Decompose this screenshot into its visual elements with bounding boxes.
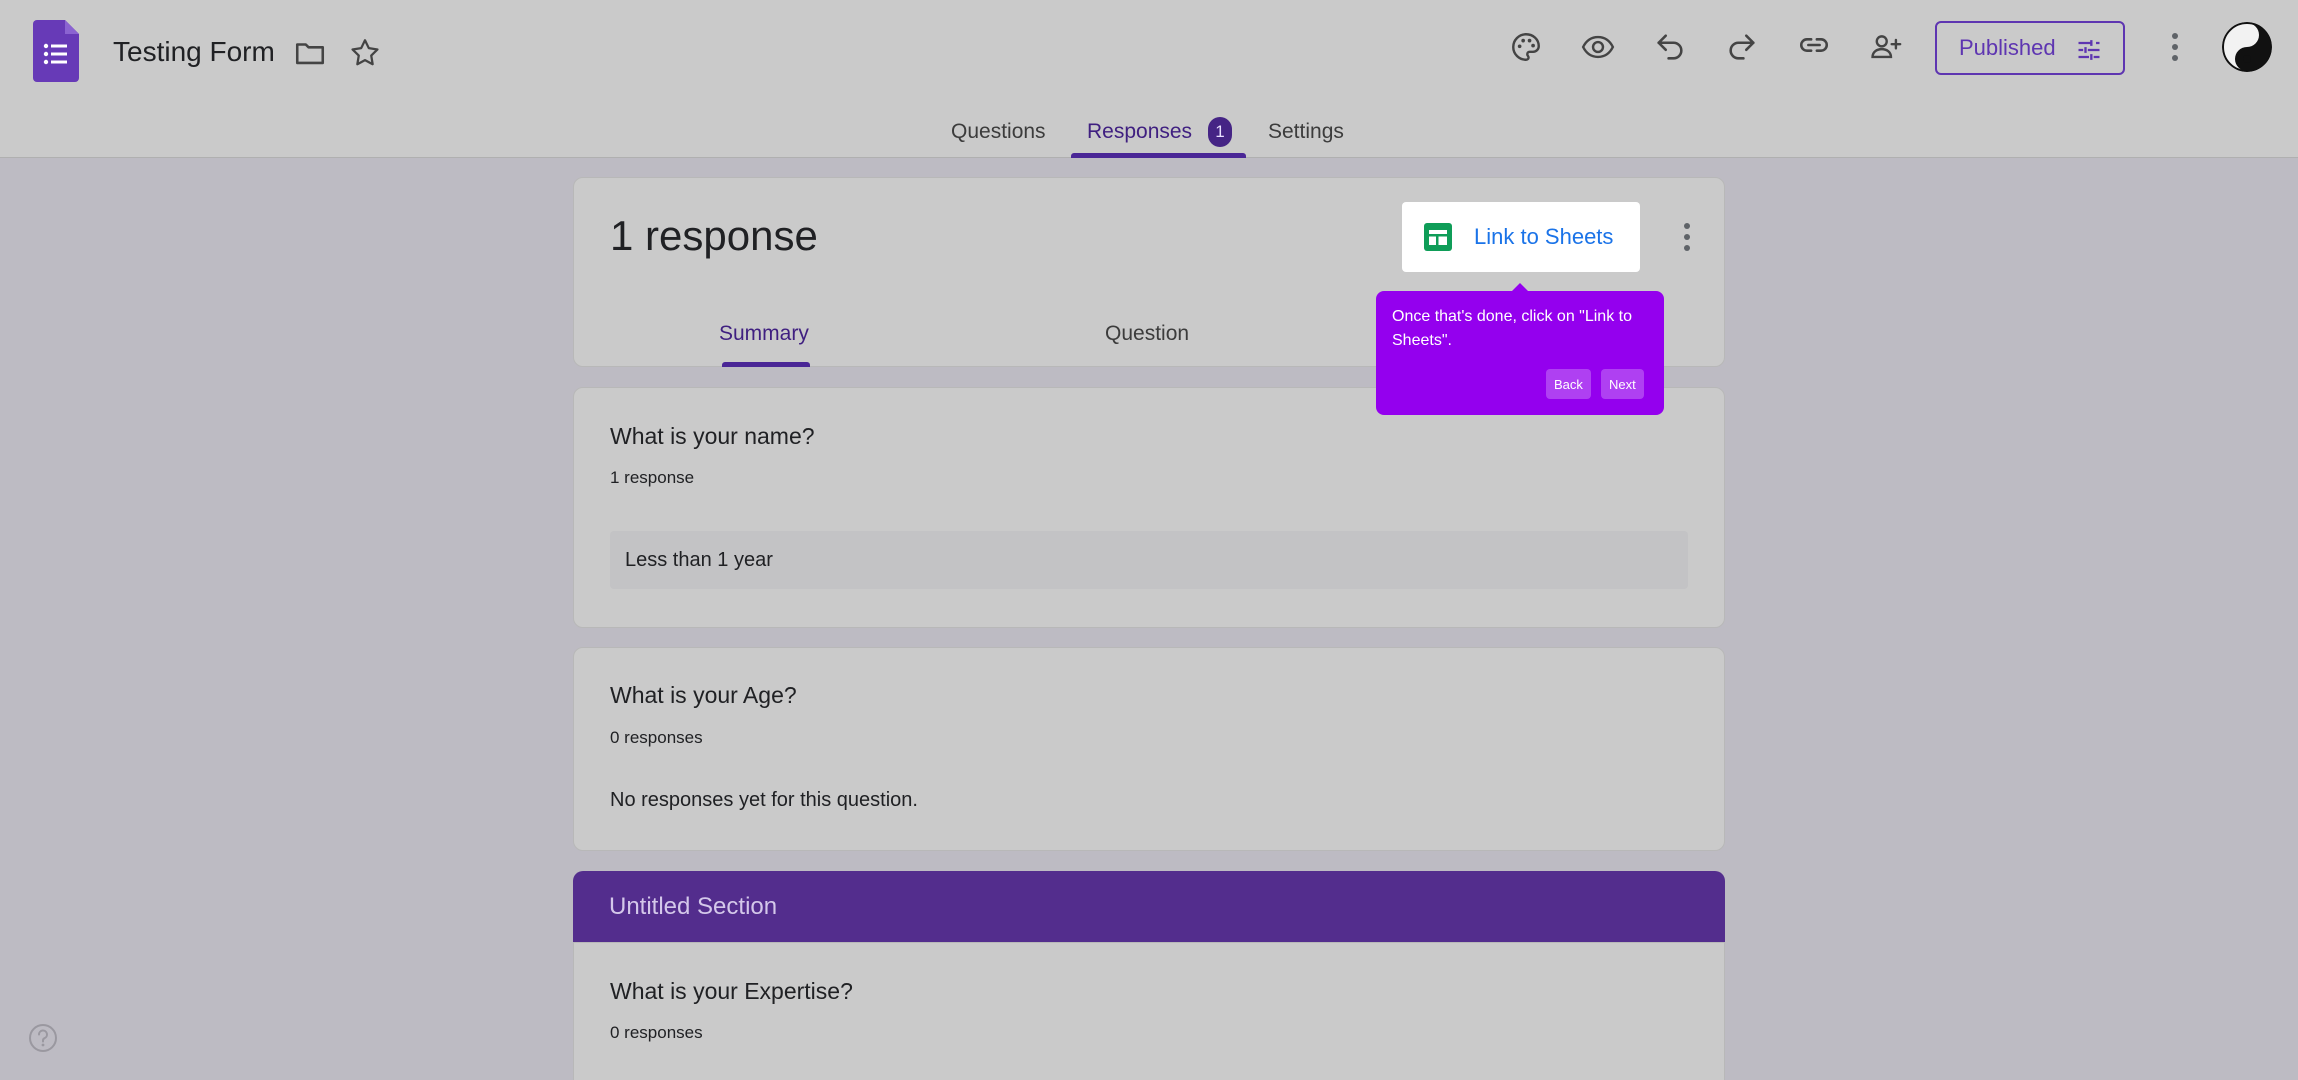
link-to-sheets-button[interactable]: Link to Sheets — [1402, 202, 1640, 272]
app-header: Testing Form Published Questions Respons… — [0, 0, 2298, 158]
link-to-sheets-label: Link to Sheets — [1474, 224, 1614, 249]
question-title: What is your name? — [610, 423, 815, 449]
question-response-count: 0 responses — [610, 728, 703, 747]
form-title[interactable]: Testing Form — [113, 36, 275, 68]
star-icon[interactable] — [345, 33, 385, 73]
answer-item: Less than 1 year — [610, 531, 1688, 589]
help-icon[interactable] — [27, 1022, 59, 1054]
link-icon[interactable] — [1794, 25, 1834, 65]
palette-icon[interactable] — [1506, 27, 1546, 67]
tab-responses[interactable]: Responses — [1087, 120, 1192, 144]
tab-question[interactable]: Question — [1105, 322, 1189, 346]
question-response-count: 1 response — [610, 468, 695, 487]
guide-tooltip: Once that's done, click on "Link to Shee… — [1376, 291, 1664, 415]
forms-logo-icon[interactable] — [33, 20, 79, 82]
subtab-active-indicator — [722, 362, 810, 367]
question-title: What is your Age? — [610, 682, 797, 708]
tooltip-back-button[interactable]: Back — [1546, 369, 1591, 399]
published-label: Published — [1959, 35, 2056, 60]
eye-icon[interactable] — [1578, 27, 1618, 67]
folder-icon[interactable] — [290, 33, 330, 73]
question-card-name: What is your name? 1 response Less than … — [573, 387, 1725, 628]
tab-questions[interactable]: Questions — [951, 120, 1046, 144]
responses-more-icon[interactable] — [1675, 217, 1699, 257]
question-title: What is your Expertise? — [610, 978, 853, 1004]
published-button[interactable]: Published — [1935, 21, 2125, 75]
question-response-count: 0 responses — [610, 1023, 703, 1042]
tab-settings[interactable]: Settings — [1268, 120, 1344, 144]
response-count-title: 1 response — [610, 212, 818, 259]
tooltip-message: Once that's done, click on "Link to Shee… — [1392, 308, 1632, 349]
section-header: Untitled Section — [573, 871, 1725, 943]
redo-icon[interactable] — [1722, 27, 1762, 67]
tooltip-next-button[interactable]: Next — [1601, 369, 1644, 399]
undo-icon[interactable] — [1650, 27, 1690, 67]
tab-active-indicator — [1071, 153, 1246, 158]
more-options-icon[interactable] — [2163, 27, 2187, 67]
no-responses-text: No responses yet for this question. — [610, 789, 918, 811]
tab-summary[interactable]: Summary — [719, 322, 809, 346]
main-tabs: Questions Responses Settings — [0, 110, 2298, 158]
question-card-expertise: What is your Expertise? 0 responses — [573, 942, 1725, 1080]
add-person-icon[interactable] — [1866, 27, 1906, 67]
avatar[interactable] — [2222, 22, 2272, 72]
responses-count-badge: 1 — [1208, 117, 1232, 147]
tune-icon — [2078, 40, 2100, 60]
sheets-icon — [1424, 223, 1452, 251]
question-card-age: What is your Age? 0 responses No respons… — [573, 647, 1725, 851]
